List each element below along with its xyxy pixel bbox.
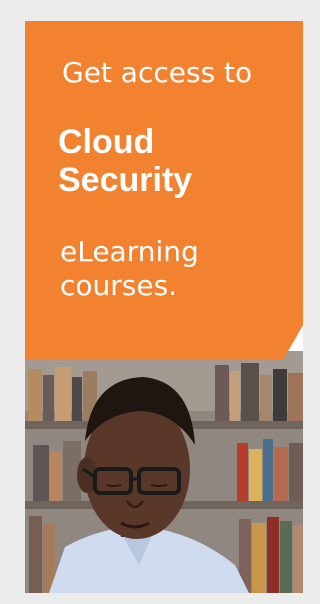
ad-subtext: eLearning courses. [60,235,199,303]
ad-topic: Cloud Security [58,123,192,199]
ad-subtext-line-2: courses. [60,269,178,302]
cloud-security-ad-banner[interactable]: Get access to Cloud Security eLearning c… [25,21,303,593]
ad-subtext-line-1: eLearning [60,235,199,268]
photo-illustration [25,351,303,593]
orange-text-panel: Get access to Cloud Security eLearning c… [25,21,303,359]
ad-topic-line-2: Security [58,161,193,199]
ad-topic-line-1: Cloud [58,123,155,161]
ad-headline: Get access to [62,56,253,89]
man-with-glasses-reading-photo [25,351,303,593]
